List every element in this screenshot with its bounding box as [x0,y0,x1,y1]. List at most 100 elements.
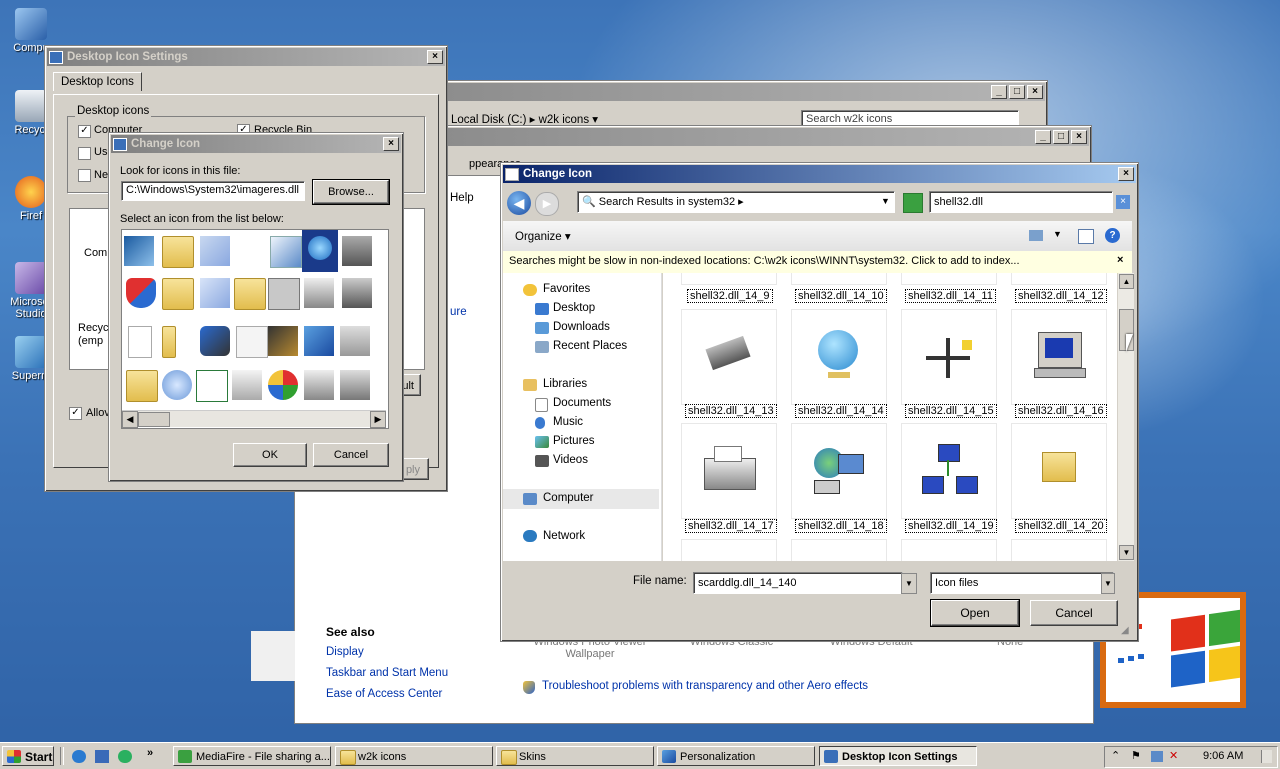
help-icon[interactable]: ? [1105,228,1120,243]
nav-libraries[interactable]: Libraries [543,378,587,390]
organize-menu[interactable]: Organize ▾ [515,229,571,243]
film-icon[interactable] [268,326,298,356]
menu-help[interactable]: Help [450,192,474,204]
file-name-dropdown-arrow[interactable]: ▼ [901,573,917,594]
title-bar[interactable]: Change Icon × [503,165,1136,183]
file-label[interactable]: shell32.dll_14_18 [795,519,887,533]
link-ease-of-access[interactable]: Ease of Access Center [326,688,442,700]
clock[interactable]: 9:06 AM [1203,750,1243,762]
monitors-icon[interactable] [124,236,154,266]
info-bar[interactable]: Searches might be slow in non-indexed lo… [503,251,1132,274]
file-tile[interactable] [681,309,777,405]
windows-orb-icon[interactable] [268,370,298,400]
document-icon[interactable] [128,326,152,358]
nav-music[interactable]: Music [553,416,583,428]
file-label[interactable]: shell32.dll_14_11 [905,289,996,303]
scroll-right-arrow[interactable]: ▶ [370,411,386,428]
link-display[interactable]: Display [326,646,364,658]
browse-button[interactable]: Browse... [312,179,390,205]
open-button[interactable]: Open [930,599,1020,627]
back-button[interactable]: ◀ [507,191,531,215]
file-label[interactable]: shell32.dll_14_9 [687,289,773,303]
puzzle-chess-icon[interactable] [200,326,230,356]
taskbar-button-mediafire[interactable]: MediaFire - File sharing a... [173,746,331,766]
checkbox-users-files[interactable] [78,147,91,160]
forward-button[interactable]: ▶ [535,192,559,216]
file-label[interactable]: shell32.dll_14_10 [795,289,887,303]
address-bar[interactable]: 🔍 Search Results in system32 ▸ [577,191,895,213]
refresh-icon[interactable] [903,193,923,213]
title-bar[interactable]: Change Icon × [111,135,401,153]
clear-search-icon[interactable]: × [1116,195,1130,209]
folder-icon[interactable] [162,326,176,358]
search-magnifier-icon[interactable] [162,370,192,400]
show-desktop-button[interactable] [1261,750,1272,763]
nav-downloads[interactable]: Downloads [553,321,610,333]
tab-desktop-icons[interactable]: Desktop Icons [53,72,142,91]
envelope-icon[interactable] [232,370,262,400]
text-document-icon[interactable] [236,326,268,358]
file-list[interactable]: shell32.dll_14_9 shell32.dll_14_10 shell… [663,273,1117,561]
printer-icon[interactable] [304,278,334,308]
shield-icon[interactable] [126,278,156,308]
nav-videos[interactable]: Videos [553,454,588,466]
maximize-button[interactable]: □ [1009,85,1025,99]
title-bar[interactable]: Desktop Icon Settings × [47,48,445,66]
scroll-thumb[interactable] [138,412,170,427]
drive-icon[interactable] [342,236,372,266]
taskbar-button-desktop-icon-settings[interactable]: Desktop Icon Settings [819,746,977,766]
file-label[interactable]: shell32.dll_14_14 [795,404,887,418]
window-icon[interactable] [196,370,228,402]
file-label[interactable]: shell32.dll_14_13 [685,404,777,418]
file-type-dropdown-arrow[interactable]: ▼ [1101,573,1115,594]
volume-muted-icon[interactable]: ✕ [1169,749,1178,762]
quick-launch-overflow[interactable]: » [147,747,153,759]
file-label[interactable]: shell32.dll_14_20 [1015,519,1107,533]
file-tile[interactable] [1011,309,1107,405]
ok-button[interactable]: OK [233,443,307,467]
calculator-icon[interactable] [268,278,300,310]
close-button[interactable]: × [1071,130,1087,144]
nav-computer[interactable]: Computer [543,492,594,504]
folder-icon[interactable] [126,370,158,402]
file-type-select[interactable]: Icon files [930,572,1114,594]
cancel-button[interactable]: Cancel [1030,600,1118,626]
scroll-up-arrow[interactable]: ▲ [1119,274,1134,289]
link-troubleshoot[interactable]: Troubleshoot problems with transparency … [542,680,868,692]
file-label[interactable]: shell32.dll_14_12 [1015,289,1107,303]
close-info-bar-icon[interactable]: × [1117,254,1123,266]
drive-icon[interactable] [342,278,372,308]
drive-remove-icon[interactable] [340,326,370,356]
internet-explorer-icon[interactable] [72,750,86,763]
show-desktop-icon[interactable] [95,750,109,763]
selected-computer-globe-icon[interactable] [302,230,338,272]
checkbox-network[interactable] [78,169,91,182]
folder-blue-icon[interactable] [200,278,230,308]
scroll-down-arrow[interactable]: ▼ [1119,545,1134,560]
close-button[interactable]: × [1118,167,1134,181]
search-input[interactable]: shell32.dll [929,191,1113,213]
nav-network[interactable]: Network [543,530,585,542]
start-button[interactable]: Start [2,746,54,766]
address-dropdown-arrow[interactable]: ▼ [881,196,890,206]
views-dropdown-arrow[interactable]: ▼ [1053,229,1062,239]
cancel-button[interactable]: Cancel [313,443,389,467]
folder-blue-icon[interactable] [200,236,230,266]
file-tile[interactable] [791,423,887,519]
icon-grid-list[interactable]: ◀ ▶ [121,229,389,429]
nav-recent-places[interactable]: Recent Places [553,340,627,352]
file-tile[interactable] [1011,423,1107,519]
vertical-scrollbar[interactable]: ▲ ▼ [1118,273,1134,561]
preview-pane-icon[interactable] [1078,229,1094,244]
floppy-drive-icon[interactable] [304,370,334,400]
close-button[interactable]: × [427,50,443,64]
close-button[interactable]: × [1027,85,1043,99]
maximize-button[interactable]: □ [1053,130,1069,144]
horizontal-scrollbar[interactable]: ◀ ▶ [122,410,386,428]
file-name-input[interactable]: scarddlg.dll_14_140 [693,572,903,594]
checkbox-allow-themes[interactable]: ✓ [69,407,82,420]
taskbar-button-w2k-icons[interactable]: w2k icons [335,746,493,766]
network-tray-icon[interactable] [1151,751,1163,762]
link-taskbar-start-menu[interactable]: Taskbar and Start Menu [326,667,448,679]
file-tile[interactable] [791,309,887,405]
